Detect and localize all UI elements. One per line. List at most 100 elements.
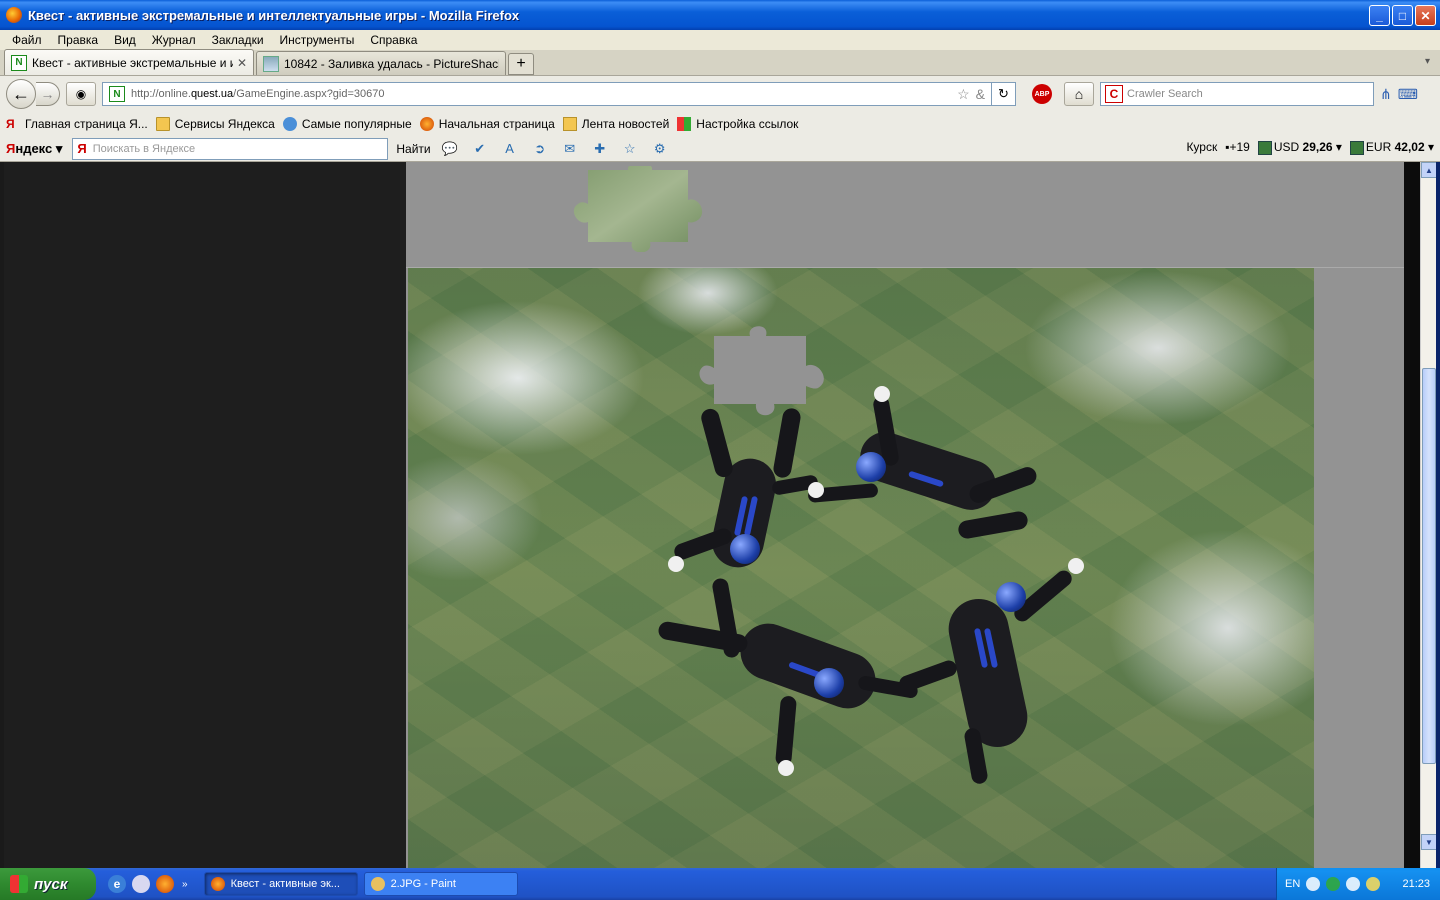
site-favicon-icon: N	[109, 86, 125, 102]
search-icon	[282, 117, 297, 131]
menu-tools[interactable]: Инструменты	[272, 33, 363, 47]
scroll-gutter	[1404, 162, 1420, 868]
internet-explorer-icon[interactable]: e	[108, 875, 126, 893]
tab-bar: N Квест - активные экстремальные и ин...…	[0, 49, 1440, 76]
skydiver-2	[807, 386, 1048, 566]
bookmark-start-page[interactable]: Начальная страница	[419, 117, 555, 131]
back-button[interactable]: ←	[6, 79, 36, 109]
scroll-up-arrow-icon[interactable]: ▲	[1421, 162, 1437, 178]
scrollbar-thumb[interactable]	[1422, 368, 1436, 764]
green-arrow-icon[interactable]: ➲	[529, 139, 551, 159]
maximize-button[interactable]: □	[1392, 5, 1413, 26]
money-icon	[1349, 140, 1364, 155]
yandex-tray-icon[interactable]	[1366, 877, 1381, 891]
utorrent-icon[interactable]	[1326, 877, 1341, 891]
eur-rate[interactable]: EUR 42,02 ▾	[1349, 140, 1434, 155]
paint-icon	[370, 877, 385, 891]
adblock-button[interactable]: ABP	[1024, 82, 1060, 106]
left-dark-panel	[4, 162, 406, 868]
menu-history[interactable]: Журнал	[144, 33, 204, 47]
loose-puzzle-piece[interactable]	[570, 166, 704, 252]
tab-label: 10842 - Заливка удалась - PictureShack..…	[284, 56, 499, 71]
firefox-icon	[419, 117, 434, 131]
tray-expand-icon[interactable]	[1306, 877, 1321, 891]
tab-list-icon[interactable]: ▾	[1425, 56, 1430, 67]
menu-view[interactable]: Вид	[106, 33, 144, 47]
forward-button[interactable]: →	[36, 82, 60, 106]
yandex-search-input[interactable]: Я Поискать в Яндексе	[72, 137, 389, 160]
quick-launch: e »	[108, 875, 188, 893]
firefox-icon	[6, 7, 22, 23]
start-button[interactable]: пуск	[0, 868, 96, 900]
taskbar-item-firefox[interactable]: Квест - активные эк...	[203, 872, 358, 896]
puzzle-game-area[interactable]	[406, 162, 1404, 868]
quick-launch-chevron-icon[interactable]: »	[182, 879, 188, 890]
translate-icon[interactable]: &	[976, 86, 985, 102]
bookmark-news-feed[interactable]: Лента новостей	[562, 117, 669, 131]
menu-file[interactable]: Файл	[4, 33, 50, 47]
yandex-logo[interactable]: Яндекс ▾	[6, 141, 62, 157]
scroll-down-arrow-icon[interactable]: ▼	[1421, 834, 1437, 850]
weather-temp[interactable]: ▪+19	[1225, 140, 1250, 154]
taskbar-item-paint[interactable]: 2.JPG - Paint	[363, 872, 518, 896]
translate-page-icon[interactable]: A	[499, 139, 521, 159]
url-text[interactable]: http://online.quest.ua/GameEngine.aspx?g…	[131, 88, 951, 100]
bookmark-most-popular[interactable]: Самые популярные	[282, 117, 412, 131]
search-engine-icon[interactable]: C	[1105, 85, 1123, 103]
tab-quest[interactable]: N Квест - активные экстремальные и ин...…	[4, 49, 254, 75]
page-content: ▲ ▼	[0, 162, 1440, 868]
star-add-icon[interactable]: ☆	[619, 139, 641, 159]
tab-close-icon[interactable]: ✕	[237, 56, 247, 70]
tab-label: Квест - активные экстремальные и ин...	[32, 55, 233, 70]
window-titlebar[interactable]: Квест - активные экстремальные и интелле…	[0, 0, 1440, 30]
windows-logo-icon	[10, 875, 28, 893]
menu-help[interactable]: Справка	[362, 33, 425, 47]
money-icon	[1257, 140, 1272, 155]
bookmarks-add-icon[interactable]: ✚	[589, 139, 611, 159]
bookmark-star-icon[interactable]: ☆	[957, 86, 970, 103]
firefox-icon[interactable]	[156, 875, 174, 893]
menu-bar: Файл Правка Вид Журнал Закладки Инструме…	[0, 30, 1440, 50]
menu-edit[interactable]: Правка	[50, 33, 107, 47]
firefox-icon	[210, 877, 225, 891]
weather-city[interactable]: Курск	[1186, 140, 1217, 154]
mail-icon[interactable]: ✉	[559, 139, 581, 159]
window-title: Квест - активные экстремальные и интелле…	[28, 7, 520, 23]
history-icon[interactable]: ◉	[66, 82, 96, 106]
bookmark-yandex-home[interactable]: Я Главная страница Я...	[6, 117, 148, 131]
home-button[interactable]: ⌂	[1064, 82, 1094, 106]
search-placeholder: Crawler Search	[1127, 88, 1203, 100]
toolbar-options-icon[interactable]: ⋔	[1380, 86, 1392, 103]
bookmark-yandex-services[interactable]: Сервисы Яндекса	[155, 117, 275, 131]
close-button[interactable]: ✕	[1415, 5, 1436, 26]
bookmarks-bar: Я Главная страница Я... Сервисы Яндекса С…	[0, 112, 1440, 136]
tab-pictureshack[interactable]: 10842 - Заливка удалась - PictureShack..…	[256, 51, 506, 75]
speech-bubble-icon[interactable]: 💬	[439, 139, 461, 159]
app-launcher-icon[interactable]	[132, 875, 150, 893]
keyboard-icon[interactable]: ⌨	[1398, 86, 1418, 103]
gear-icon[interactable]: ⚙	[649, 139, 671, 159]
adblock-icon: ABP	[1032, 84, 1052, 104]
clock[interactable]: 21:23	[1402, 878, 1430, 890]
skydiving-photo[interactable]	[408, 268, 1314, 868]
new-tab-button[interactable]: +	[508, 53, 534, 75]
navigation-bar: ← → ◉ N http://online.quest.ua/GameEngin…	[0, 76, 1440, 112]
spellcheck-icon[interactable]: ✔	[469, 139, 491, 159]
menu-bookmarks[interactable]: Закладки	[204, 33, 272, 47]
search-input[interactable]: C Crawler Search	[1100, 82, 1374, 106]
reload-button[interactable]: ↻	[992, 82, 1016, 106]
folder-icon	[155, 117, 170, 131]
usd-rate[interactable]: USD 29,26 ▾	[1257, 140, 1342, 155]
yandex-icon: Я	[6, 117, 15, 131]
vertical-scrollbar[interactable]: ▲ ▼	[1420, 162, 1437, 868]
yandex-search-placeholder: Поискать в Яндексе	[92, 142, 196, 155]
bookmark-link-settings[interactable]: Настройка ссылок	[677, 117, 798, 131]
minimize-button[interactable]: _	[1369, 5, 1390, 26]
language-indicator[interactable]: EN	[1285, 878, 1300, 890]
yandex-find-button[interactable]: Найти	[396, 142, 430, 156]
url-bar[interactable]: N http://online.quest.ua/GameEngine.aspx…	[102, 82, 992, 106]
skydiver-3	[657, 568, 919, 788]
skydiver-1	[668, 406, 819, 578]
rss-icon	[562, 117, 577, 131]
network-icon[interactable]	[1346, 877, 1361, 891]
